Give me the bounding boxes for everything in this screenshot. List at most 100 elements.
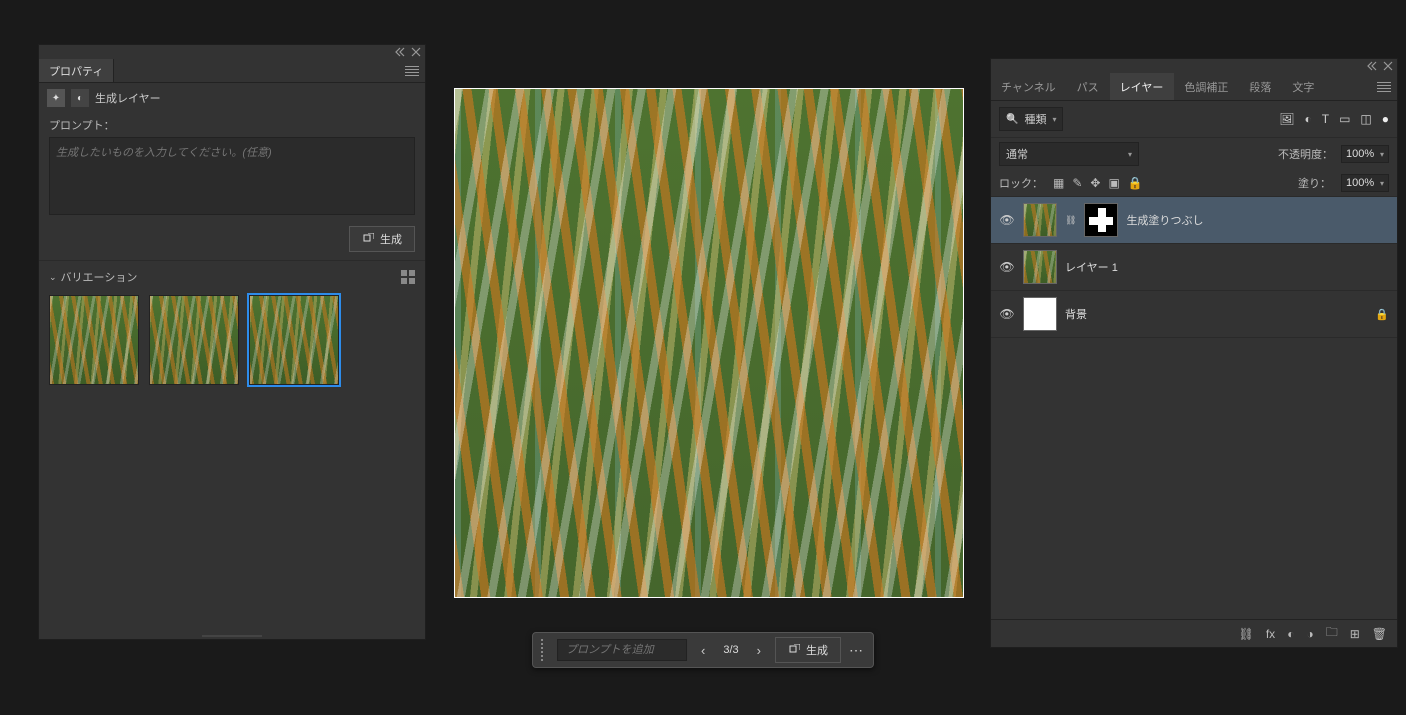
transform-handle-tr[interactable]	[947, 88, 964, 105]
right-panel-tabs: チャンネル パス レイヤー 色調補正 段落 文字	[991, 73, 1397, 101]
chevron-down-icon[interactable]: ⌄	[49, 272, 57, 283]
filter-smart-icon[interactable]: ◫	[1360, 112, 1371, 126]
section-label: 生成レイヤー	[95, 90, 161, 106]
filter-shape-icon[interactable]: ▭	[1339, 112, 1350, 126]
link-mask-icon[interactable]: ⛓	[1065, 215, 1076, 226]
tab-channels[interactable]: チャンネル	[991, 73, 1067, 100]
variation-thumb-3[interactable]	[249, 295, 339, 385]
filter-dropdown-label: 種類	[1024, 111, 1046, 127]
context-generate-button[interactable]: 生成	[775, 637, 841, 663]
tab-properties[interactable]: プロパティ	[39, 59, 114, 82]
layer-row-background[interactable]: 👁 背景 🔒	[991, 291, 1397, 338]
transform-handle-br[interactable]	[947, 581, 964, 598]
more-options-icon[interactable]: ⋯	[849, 642, 865, 659]
prev-variation-button[interactable]: ‹	[695, 641, 711, 660]
prompt-input[interactable]	[49, 137, 415, 215]
layer-thumbnail[interactable]	[1023, 250, 1057, 284]
variation-counter: 3/3	[719, 644, 742, 656]
tab-adjustments[interactable]: 色調補正	[1174, 73, 1239, 100]
fill-input[interactable]: 100% ▾	[1341, 174, 1389, 192]
generate-icon	[788, 644, 800, 656]
chevron-down-icon: ▾	[1380, 150, 1384, 159]
close-icon[interactable]	[1383, 61, 1393, 71]
layer-name[interactable]: レイヤー 1	[1065, 259, 1389, 275]
opacity-input[interactable]: 100% ▾	[1341, 145, 1389, 163]
tab-paths[interactable]: パス	[1067, 73, 1110, 100]
generative-layer-icon: ✦	[47, 89, 65, 107]
layers-footer: ⛓ fx ◐ ◑ 🗀 ⊞ 🗑	[991, 619, 1397, 647]
lock-artboard-icon[interactable]: ▣	[1108, 176, 1119, 190]
lock-all-icon[interactable]: 🔒	[1128, 176, 1143, 190]
panel-menu-icon[interactable]	[405, 66, 419, 76]
layer-row-image[interactable]: 👁 レイヤー 1	[991, 244, 1397, 291]
layer-mask-thumbnail[interactable]	[1084, 203, 1118, 237]
lock-pixels-icon[interactable]: ▦	[1053, 176, 1064, 190]
lock-label: ロック：	[999, 175, 1043, 191]
filter-image-icon[interactable]: 🖼	[1279, 112, 1294, 126]
delete-layer-icon[interactable]: 🗑	[1372, 627, 1387, 641]
grid-view-icon[interactable]	[401, 270, 415, 284]
opacity-label: 不透明度：	[1278, 146, 1333, 162]
collapse-icon[interactable]	[1367, 61, 1377, 71]
canvas-area	[454, 88, 968, 624]
layer-thumbnail[interactable]	[1023, 203, 1057, 237]
properties-tabbar: プロパティ	[39, 59, 425, 83]
visibility-toggle-icon[interactable]: 👁	[999, 260, 1015, 274]
lock-position-icon[interactable]: ✥	[1090, 176, 1100, 190]
new-group-icon[interactable]: 🗀	[1326, 623, 1338, 644]
tab-paragraph[interactable]: 段落	[1239, 73, 1282, 100]
variation-thumb-1[interactable]	[49, 295, 139, 385]
collapse-icon[interactable]	[395, 47, 405, 57]
properties-panel: プロパティ ✦ ◐ 生成レイヤー プロンプト： 生成 ⌄	[38, 44, 426, 640]
next-variation-button[interactable]: ›	[751, 641, 767, 660]
document-canvas[interactable]	[454, 88, 964, 598]
layers-panel: チャンネル パス レイヤー 色調補正 段落 文字 種類 ▾ 🖼 ◐ T ▭ ◫ …	[990, 58, 1398, 648]
contextual-task-bar[interactable]: ‹ 3/3 › 生成 ⋯	[532, 632, 874, 668]
fill-value: 100%	[1346, 177, 1374, 189]
new-layer-icon[interactable]: ⊞	[1350, 627, 1360, 641]
panel-resize-handle[interactable]	[39, 633, 425, 639]
layer-name[interactable]: 生成塗りつぶし	[1126, 212, 1389, 228]
link-layers-icon[interactable]: ⛓	[1239, 627, 1254, 641]
layer-name[interactable]: 背景	[1065, 306, 1367, 322]
lock-brush-icon[interactable]: ✎	[1072, 176, 1082, 190]
drag-grip-icon[interactable]	[541, 639, 545, 661]
visibility-toggle-icon[interactable]: 👁	[999, 213, 1015, 227]
layer-row-genfill[interactable]: 👁 ⛓ 生成塗りつぶし	[991, 197, 1397, 244]
generate-button[interactable]: 生成	[349, 226, 415, 252]
panel-header	[39, 45, 425, 59]
variations-label: バリエーション	[61, 269, 138, 285]
filter-adjust-icon[interactable]: ◐	[1304, 112, 1311, 126]
prompt-label: プロンプト：	[49, 117, 415, 133]
new-fill-icon[interactable]: ◑	[1306, 627, 1313, 641]
blend-row: 通常 ▾ 不透明度： 100% ▾	[991, 138, 1397, 170]
variations-header: ⌄ バリエーション	[39, 261, 425, 289]
visibility-toggle-icon[interactable]: 👁	[999, 307, 1015, 321]
right-panel-header	[991, 59, 1397, 73]
panel-menu-icon[interactable]	[1377, 82, 1391, 92]
chevron-down-icon: ▾	[1380, 179, 1384, 188]
transform-handle-bl[interactable]	[454, 581, 471, 598]
transform-handle-tl[interactable]	[454, 88, 471, 105]
layer-fx-icon[interactable]: fx	[1266, 627, 1275, 641]
filter-toggle-icon[interactable]: ●	[1382, 112, 1389, 126]
canvas-image	[455, 89, 963, 597]
close-icon[interactable]	[411, 47, 421, 57]
blend-mode-dropdown[interactable]: 通常 ▾	[999, 142, 1139, 166]
lock-icon: 🔒	[1375, 308, 1389, 321]
opacity-value: 100%	[1346, 148, 1374, 160]
layer-filter-dropdown[interactable]: 種類 ▾	[999, 107, 1063, 131]
filter-type-icon[interactable]: T	[1322, 112, 1329, 126]
blend-mode-label: 通常	[1006, 146, 1028, 162]
fill-label: 塗り：	[1298, 175, 1331, 191]
chevron-down-icon: ▾	[1128, 150, 1132, 159]
context-generate-label: 生成	[806, 642, 828, 658]
tab-character[interactable]: 文字	[1282, 73, 1325, 100]
layer-thumbnail[interactable]	[1023, 297, 1057, 331]
variation-thumb-2[interactable]	[149, 295, 239, 385]
tab-layers[interactable]: レイヤー	[1110, 73, 1175, 100]
add-mask-icon[interactable]: ◐	[1287, 627, 1294, 641]
generate-button-label: 生成	[380, 231, 402, 247]
context-prompt-input[interactable]	[557, 639, 687, 661]
variation-thumbnails	[39, 289, 425, 391]
